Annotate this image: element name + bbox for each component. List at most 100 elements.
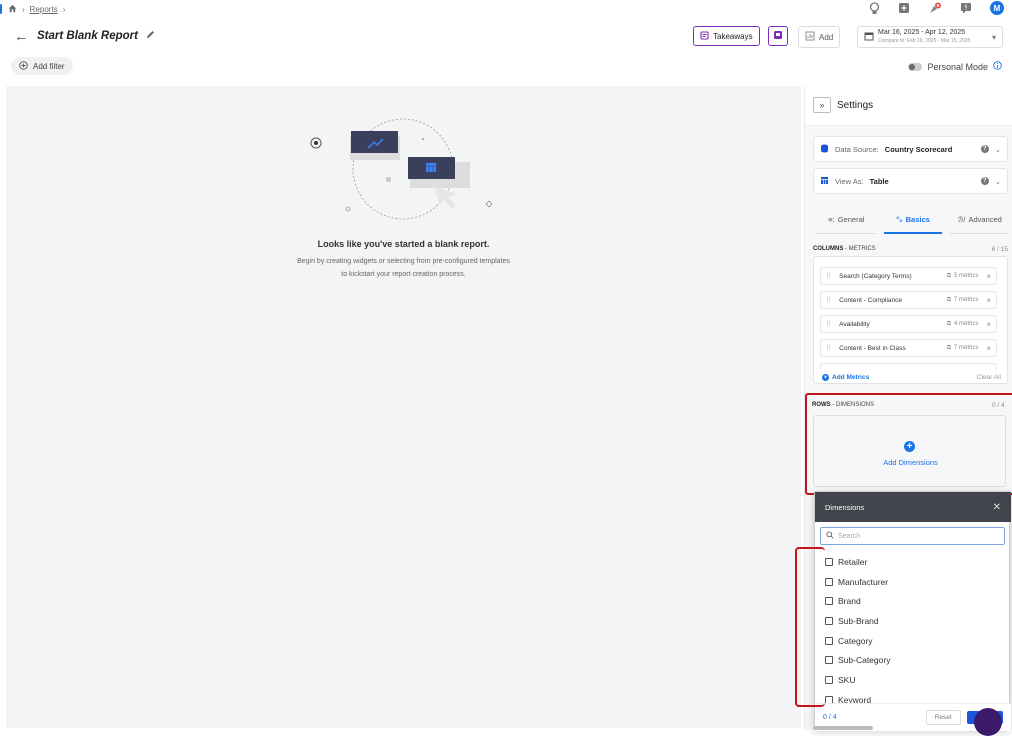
date-range-text: Mar 16, 2025 - Apr 12, 2025 — [878, 29, 966, 36]
drag-handle-icon[interactable]: ⠿ — [826, 320, 831, 328]
dimension-label: Sub-Brand — [838, 615, 879, 626]
drag-handle-icon[interactable]: ⠿ — [826, 272, 831, 280]
metric-name: Availability — [839, 320, 870, 328]
breadcrumb: › Reports › — [0, 0, 860, 18]
metric-item[interactable]: ⠿ Availability ⧉ 4 metrics × — [820, 315, 997, 333]
add-chart-icon — [805, 31, 815, 43]
reset-button[interactable]: Reset — [925, 710, 961, 725]
remove-icon[interactable]: × — [986, 344, 991, 353]
checkbox[interactable] — [825, 656, 833, 665]
chevron-right-icon: › — [22, 4, 25, 14]
metric-item[interactable]: ⠿ Search (Category Terms) ⧉ 5 metrics × — [820, 267, 997, 285]
lightbulb-icon[interactable] — [869, 1, 880, 15]
home-icon[interactable] — [8, 4, 17, 15]
checkbox[interactable] — [825, 597, 833, 606]
chevron-down-icon: ⌄ — [994, 144, 1001, 154]
filter-row: Add filter Personal Mode — [0, 57, 1012, 77]
back-arrow-icon[interactable]: ← — [14, 28, 29, 45]
metric-count-text: 5 metrics — [953, 273, 979, 279]
help-icon[interactable]: ? — [980, 177, 989, 185]
dimension-option[interactable]: Sub-Brand — [825, 611, 1005, 631]
tab-basics[interactable]: °₀ Basics — [883, 206, 943, 234]
checkbox[interactable] — [825, 636, 833, 645]
dimension-option[interactable]: Retailer — [825, 552, 1005, 572]
clear-all-button[interactable]: Clear All — [977, 374, 1001, 381]
dimensions-popup: Dimensions ✕ Search Retailer Manufacture… — [814, 491, 1011, 731]
remove-icon[interactable]: × — [986, 296, 991, 305]
date-range-picker[interactable]: Mar 16, 2025 - Apr 12, 2025 Compare to: … — [857, 26, 1003, 48]
list-icon: ≡: — [828, 215, 835, 224]
left-accent-bar — [0, 4, 2, 14]
tab-general[interactable]: ≡: General — [817, 206, 876, 234]
info-icon[interactable] — [993, 61, 1002, 72]
dimension-option[interactable]: SKU — [825, 670, 1005, 690]
plus-circle-icon: + — [822, 374, 829, 381]
page-title: Start Blank Report — [37, 30, 138, 42]
table-icon — [820, 176, 829, 187]
dimension-option[interactable]: Manufacturer — [825, 572, 1005, 592]
tab-basics-label: Basics — [905, 214, 930, 224]
plus-box-icon[interactable] — [898, 2, 910, 14]
empty-state-title: Looks like you've started a blank report… — [317, 239, 490, 249]
feedback-icon[interactable] — [960, 2, 972, 14]
add-metrics-button[interactable]: + Add Metrics — [822, 374, 869, 381]
metrics-footer: + Add Metrics Clear All — [814, 370, 1007, 383]
metric-item[interactable]: ⠿ Content - Best in Class ⧉ 7 metrics × — [820, 339, 997, 357]
checkbox[interactable] — [825, 616, 833, 625]
metric-count: ⧉ 4 metrics — [947, 321, 979, 328]
close-icon[interactable]: ✕ — [993, 502, 1001, 513]
tab-advanced-label: Advanced — [968, 215, 1002, 224]
checkbox[interactable] — [825, 557, 833, 566]
dimension-option[interactable]: Sub-Category — [825, 650, 1005, 670]
annotation-highlight-list — [795, 547, 825, 707]
help-icon[interactable]: ? — [980, 145, 989, 153]
checkbox[interactable] — [825, 577, 833, 586]
breadcrumb-reports-link[interactable]: Reports — [30, 5, 58, 14]
dimension-option[interactable]: Category — [825, 631, 1005, 651]
dimensions-search-input[interactable]: Search — [820, 527, 1005, 545]
add-label: Add — [819, 32, 834, 42]
drag-handle-icon[interactable]: ⠿ — [826, 296, 831, 304]
metric-count-text: 7 metrics — [953, 297, 979, 303]
dimension-label: Manufacturer — [838, 576, 889, 587]
remove-icon[interactable]: × — [986, 320, 991, 329]
checkbox[interactable] — [825, 675, 833, 684]
data-source-select[interactable]: Data Source: Country Scorecard ? ⌄ — [813, 136, 1008, 162]
dimensions-popup-header: Dimensions ✕ — [815, 492, 1011, 522]
compare-range-text: Compare to: Feb 16, 2025 - Mar 15, 2025 — [878, 38, 971, 44]
add-filter-button[interactable]: Add filter — [11, 57, 73, 75]
metric-count-text: 7 metrics — [953, 345, 979, 351]
takeaways-button[interactable]: Takeaways — [693, 26, 760, 46]
metric-count: ⧉ 7 metrics — [947, 297, 979, 304]
remove-icon[interactable]: × — [986, 272, 991, 281]
widgets-button[interactable] — [768, 26, 788, 46]
settings-tabs: ≡: General °₀ Basics ℬ/ Advanced — [813, 206, 1012, 234]
database-icon — [820, 144, 829, 155]
collapse-panel-button[interactable]: » — [813, 97, 831, 113]
pencil-edit-icon[interactable] — [145, 29, 156, 42]
metric-name: Content - Best in Class — [839, 344, 906, 352]
add-button[interactable]: Add — [798, 26, 841, 48]
tab-advanced[interactable]: ℬ/ Advanced — [950, 206, 1010, 234]
dimension-label: Category — [838, 635, 873, 646]
scrollbar-thumb[interactable] — [813, 726, 873, 730]
toggle-switch[interactable] — [908, 62, 923, 71]
user-avatar[interactable]: M — [990, 1, 1004, 15]
columns-label-bold: COLUMNS — [813, 246, 844, 252]
empty-state-description: Begin by creating widgets or selecting f… — [297, 258, 510, 265]
dimension-label: Brand — [838, 596, 861, 607]
data-source-value: Country Scorecard — [884, 144, 953, 154]
metric-item[interactable]: ⠿ Content - Compliance ⧉ 7 metrics × — [820, 291, 997, 309]
dimension-option[interactable]: Brand — [825, 591, 1005, 611]
columns-count: 6 / 15 — [991, 246, 1008, 253]
copy-icon: ⧉ — [946, 296, 951, 303]
view-as-select[interactable]: View As: Table ? ⌄ — [813, 168, 1008, 194]
drag-handle-icon[interactable]: ⠿ — [826, 344, 831, 352]
personal-mode-toggle[interactable]: Personal Mode — [908, 61, 1002, 72]
copy-icon: ⧉ — [946, 344, 951, 351]
columns-metrics-label: COLUMNS - METRICS — [813, 246, 876, 252]
rocket-notification-icon[interactable] — [928, 2, 942, 15]
chat-widget-button[interactable] — [974, 708, 1002, 736]
nodes-icon: °₀ — [896, 214, 903, 224]
settings-title: Settings — [837, 100, 874, 111]
